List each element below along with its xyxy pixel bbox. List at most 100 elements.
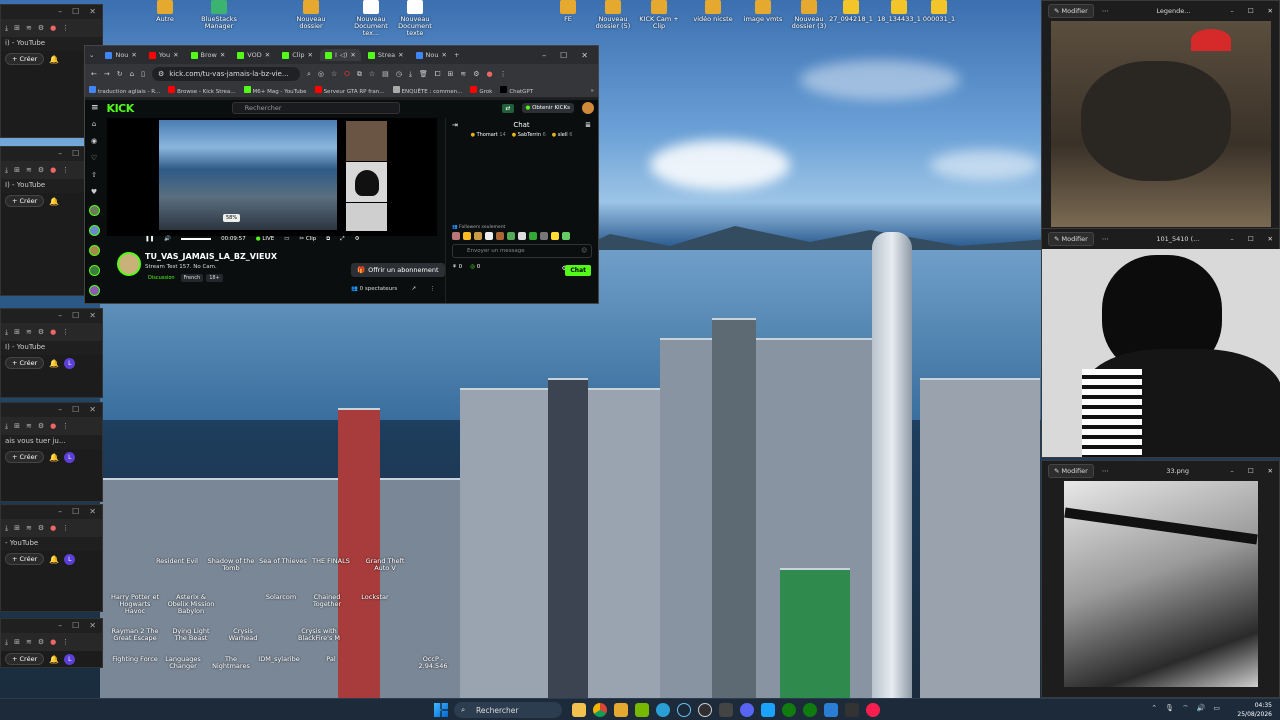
browser-tab[interactable]: Strea ✕ — [363, 49, 409, 61]
maximize-icon[interactable]: ☐ — [1248, 7, 1254, 15]
game-shortcut[interactable]: OccP - 2.94.546 — [408, 655, 458, 670]
apps-icon[interactable]: ⊞ — [14, 638, 20, 646]
game-shortcut[interactable]: Chained Together — [302, 593, 352, 608]
game-shortcut[interactable]: Dying Light The Beast — [166, 627, 216, 642]
zoom-icon[interactable]: ⌕ — [307, 70, 311, 79]
close-icon[interactable]: ✕ — [308, 51, 313, 59]
game-shortcut[interactable]: Harry Potter et Hogwarts Havoc — [110, 593, 160, 615]
back-icon[interactable]: ← — [91, 70, 97, 78]
gifter-item[interactable]: ● SabTerrin 6 — [512, 132, 546, 144]
chevron-up-icon[interactable]: ⌃ — [1151, 704, 1157, 713]
edge-icon[interactable] — [656, 703, 670, 717]
game-shortcut[interactable]: Fighting Force — [110, 655, 160, 663]
close-icon[interactable]: ✕ — [1268, 467, 1273, 475]
fullscreen-icon[interactable]: ⤢ — [340, 236, 344, 243]
performance-icon[interactable]: ≋ — [26, 524, 32, 532]
image-viewer-window[interactable]: ✎ Modifier ⋯ Legende... – ☐ ✕ — [1041, 0, 1280, 232]
emoji-icon[interactable]: ☺ — [581, 248, 587, 254]
forward-icon[interactable]: → — [104, 70, 110, 78]
game-shortcut[interactable]: Resident Evil — [152, 557, 202, 565]
steam-icon[interactable] — [677, 703, 691, 717]
points-indicator[interactable]: ◎ 0 — [470, 264, 480, 270]
browser-window-minimized[interactable]: – ☐ ✕ ⤓ ⊞ ≋ ⚙ ● ⋮ + Créer 🔔 L — [0, 618, 103, 668]
performance-icon[interactable]: ≋ — [26, 24, 32, 32]
settings-icon[interactable]: ⚙ — [38, 422, 44, 430]
settings-icon[interactable]: ⚙ — [38, 24, 44, 32]
profile-icon[interactable]: ● — [50, 24, 56, 32]
maximize-icon[interactable]: ☐ — [72, 405, 79, 415]
downloads-icon[interactable]: ⤓ — [5, 638, 8, 647]
game-shortcut[interactable]: Sea of Thieves — [258, 557, 308, 565]
desktop-icon[interactable]: Nouveau Document tex... — [346, 0, 396, 37]
close-icon[interactable]: ✕ — [1268, 235, 1273, 243]
modify-button[interactable]: ✎ Modifier — [1048, 4, 1094, 18]
performance-icon[interactable]: ≋ — [26, 638, 32, 646]
bell-icon[interactable]: 🔔 — [49, 655, 59, 664]
category-tag[interactable]: Discussion — [145, 274, 178, 282]
emote[interactable] — [452, 232, 460, 240]
create-button[interactable]: + Créer — [5, 553, 45, 565]
kick-search-input[interactable]: Rechercher — [231, 102, 400, 114]
menu-icon[interactable]: ⋮ — [62, 166, 69, 174]
bookmark-item[interactable]: M6+ Mag - YouTube — [243, 86, 307, 95]
menu-icon[interactable]: ⋮ — [62, 638, 69, 646]
obs-icon[interactable] — [698, 703, 712, 717]
language-tag[interactable]: French — [180, 274, 204, 282]
create-button[interactable]: + Créer — [5, 653, 45, 665]
menu-icon[interactable]: ⋮ — [62, 328, 69, 336]
emote[interactable] — [551, 232, 559, 240]
clock[interactable]: 04:35 25/08/2026 — [1237, 701, 1272, 719]
user-avatar[interactable] — [582, 102, 594, 114]
apps-icon[interactable]: ⊞ — [14, 166, 20, 174]
site-info-icon[interactable]: ⚙ — [158, 70, 164, 78]
opera-icon[interactable]: ⭘ — [344, 70, 350, 79]
wallet-icon[interactable]: ⇄ — [502, 103, 514, 113]
game-shortcut[interactable]: Languages Changer — [158, 655, 208, 670]
create-button[interactable]: + Créer — [5, 53, 45, 65]
upload-icon[interactable]: ⇧ — [91, 171, 97, 179]
more-icon[interactable]: ⋯ — [1102, 7, 1109, 15]
desktop-icon[interactable]: image vmts — [738, 0, 788, 23]
emote[interactable] — [496, 232, 504, 240]
maximize-icon[interactable]: ☐ — [72, 507, 79, 517]
screenshot-icon[interactable]: ⧠ — [435, 70, 441, 79]
minimize-icon[interactable]: – — [58, 149, 62, 159]
new-tab-button[interactable]: + — [454, 51, 459, 59]
apps-icon[interactable]: ⊞ — [14, 328, 20, 336]
settings-icon[interactable]: ⚙ — [38, 524, 44, 532]
chrome-icon[interactable] — [593, 703, 607, 717]
minimize-icon[interactable]: – — [542, 51, 546, 60]
kicks-icon[interactable]: ⚘ 0 — [452, 264, 462, 270]
performance-icon[interactable]: ≋ — [26, 328, 32, 336]
followed-channel-avatar[interactable] — [88, 265, 100, 276]
volume-slider[interactable] — [181, 238, 212, 240]
create-button[interactable]: + Créer — [5, 195, 45, 207]
profile-icon[interactable]: ● — [487, 70, 493, 78]
settings-icon[interactable]: ⚙ — [38, 638, 44, 646]
desktop-icon[interactable]: BlueStacks Manager — [194, 0, 244, 30]
bell-icon[interactable]: 🔔 — [49, 359, 59, 368]
nvidia-icon[interactable] — [635, 703, 649, 717]
minimize-icon[interactable]: – — [1230, 235, 1233, 243]
favorites-icon[interactable]: ☆ — [369, 70, 375, 78]
apps-icon[interactable]: ⊞ — [447, 70, 453, 78]
downloads-icon[interactable]: ⤓ — [5, 24, 8, 33]
emote[interactable] — [485, 232, 493, 240]
browser-window-minimized[interactable]: – ☐ ✕ ⤓ ⊞ ≋ ⚙ ● ⋮ I) - YouTube + Créer 🔔 L — [0, 308, 103, 398]
maximize-icon[interactable]: ☐ — [1248, 467, 1254, 475]
browser-tab[interactable]: You ✕ — [144, 49, 184, 61]
image-viewer-window[interactable]: ✎ Modifier ⋯ 33.png – ☐ ✕ — [1041, 460, 1280, 698]
desktop-icon[interactable]: Nouveau dossier — [286, 0, 336, 30]
browser-tab[interactable]: Brow ✕ — [186, 49, 231, 61]
heart-icon[interactable]: ♥ — [91, 188, 97, 196]
modify-button[interactable]: ✎ Modifier — [1048, 232, 1094, 246]
minimize-icon[interactable]: – — [58, 311, 62, 321]
settings-icon[interactable]: ⚙ — [38, 328, 44, 336]
split-view-icon[interactable]: ▯ — [141, 70, 145, 78]
browse-icon[interactable]: ◉ — [91, 137, 97, 145]
emote[interactable] — [507, 232, 515, 240]
apps-icon[interactable]: ⊞ — [14, 422, 20, 430]
settings-icon[interactable]: ⚙ — [473, 70, 479, 78]
close-icon[interactable]: ✕ — [441, 51, 446, 59]
close-icon[interactable]: ✕ — [173, 51, 178, 59]
